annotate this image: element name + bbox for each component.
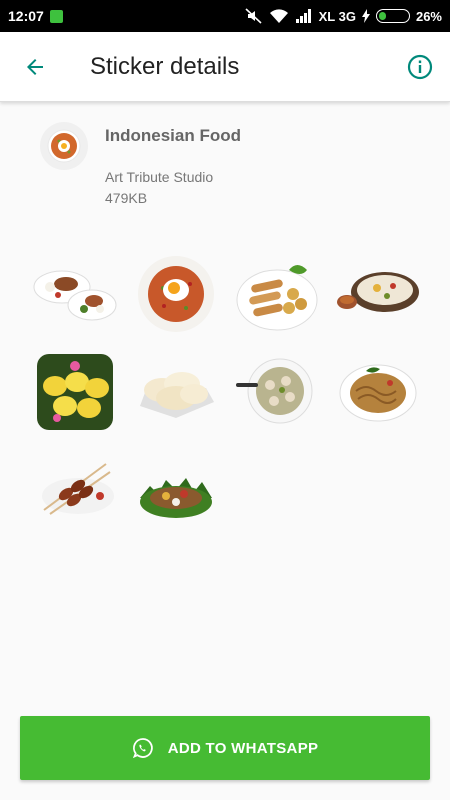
charging-icon <box>361 9 370 23</box>
app-bar: Sticker details <box>0 32 450 102</box>
whatsapp-icon <box>132 738 153 759</box>
carrier-label: XL 3G <box>318 8 356 24</box>
pack-name: Indonesian Food <box>105 126 241 145</box>
sticker-item[interactable] <box>226 343 327 441</box>
spring-rolls-sticker <box>236 265 317 331</box>
sticker-item[interactable] <box>24 441 125 539</box>
sticker-item[interactable] <box>24 343 125 441</box>
nasi-goreng-sticker <box>137 256 214 332</box>
page-title: Sticker details <box>90 52 240 80</box>
sticker-item[interactable] <box>125 441 226 539</box>
status-bar: 12:07 XL 3G 26% <box>0 0 450 32</box>
sticker-item[interactable] <box>226 245 327 343</box>
sticker-grid <box>24 245 428 539</box>
add-to-whatsapp-button[interactable]: ADD TO WHATSAPP <box>20 716 430 780</box>
battery-percent: 26% <box>415 8 442 24</box>
sticker-item[interactable] <box>24 245 125 343</box>
sate-sticker <box>41 463 114 515</box>
sticker-item[interactable] <box>125 245 226 343</box>
info-button[interactable] <box>390 32 450 102</box>
tray-icon <box>40 122 88 170</box>
pack-size: 479KB <box>105 190 148 206</box>
arrow-left-icon <box>27 58 43 75</box>
wifi-icon <box>269 9 288 23</box>
battery-icon <box>375 9 410 23</box>
kue-sticker <box>36 354 113 430</box>
mute-icon <box>245 8 262 24</box>
battery-level <box>378 12 387 20</box>
signal-icon <box>295 9 311 23</box>
krupuk-sticker <box>139 372 214 418</box>
sticker-item[interactable] <box>125 343 226 441</box>
sticker-item[interactable] <box>327 343 428 441</box>
nasi-goreng-tray-icon <box>47 129 81 163</box>
tumpeng-sticker <box>139 478 212 518</box>
add-button-label: ADD TO WHATSAPP <box>167 739 319 757</box>
bakso-sticker <box>235 358 312 424</box>
pack-header: Indonesian Food Art Tribute Studio 479KB <box>40 122 420 212</box>
info-icon <box>407 54 433 79</box>
back-button[interactable] <box>0 32 70 102</box>
status-time: 12:07 <box>8 8 44 24</box>
notification-app-icon <box>49 9 63 23</box>
mie-goreng-sticker <box>339 364 416 422</box>
nasi-uduk-sticker <box>336 272 419 312</box>
nasi-campur-sticker <box>33 270 116 321</box>
sticker-item[interactable] <box>327 245 428 343</box>
pack-publisher: Art Tribute Studio <box>105 169 214 185</box>
